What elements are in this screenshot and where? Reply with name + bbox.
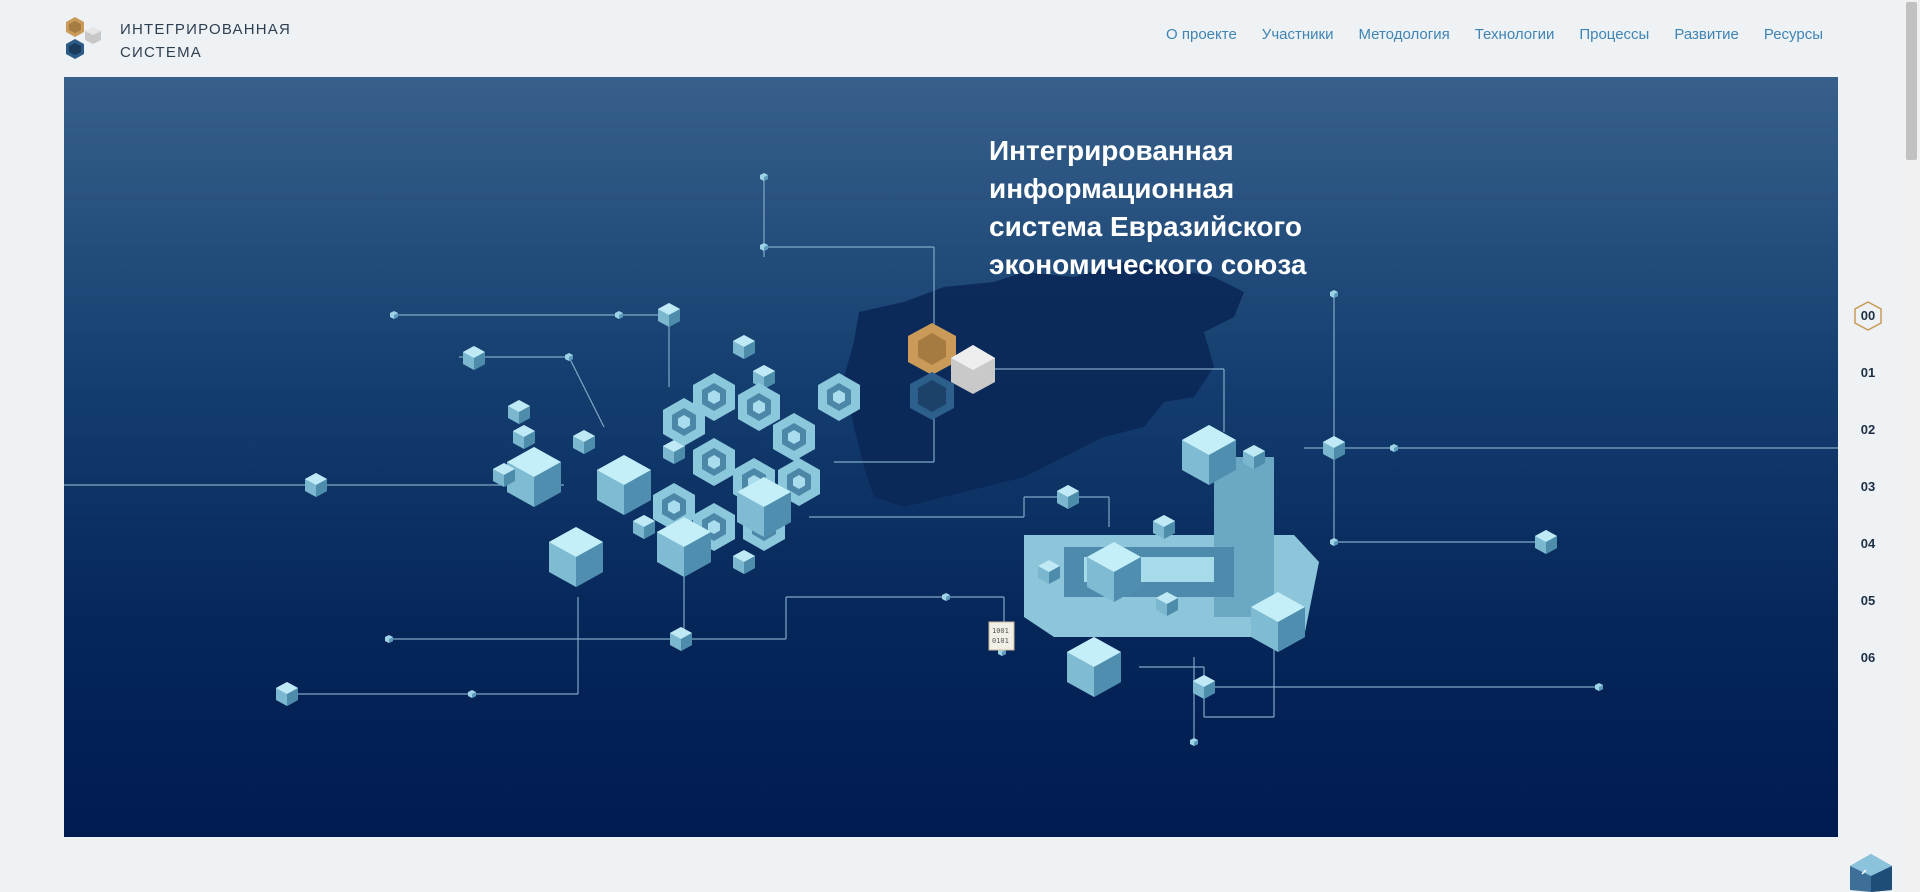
site-header: ИНТЕГРИРОВАННАЯ СИСТЕМА О проекте Участн… [0,0,1905,76]
pager-item-03[interactable]: 03 [1855,476,1881,498]
hero-illustration: 1001 0101 [64,173,1838,746]
nav-methodology[interactable]: Методология [1358,26,1449,43]
hero-banner: 1001 0101 Интегрированная информационная… [64,77,1838,837]
main-nav: О проекте Участники Методология Технолог… [1166,26,1823,43]
cube-up-icon[interactable] [1848,852,1894,892]
binary-note: 1001 0101 [988,621,1015,651]
nav-about[interactable]: О проекте [1166,26,1237,43]
scrollbar[interactable] [1903,0,1920,892]
nav-resources[interactable]: Ресурсы [1764,26,1823,43]
pager-item-05[interactable]: 05 [1855,590,1881,612]
section-pager: 00 01 02 03 04 05 06 [1854,301,1882,704]
nav-processes[interactable]: Процессы [1579,26,1649,43]
svg-text:0101: 0101 [992,637,1009,645]
pager-item-00[interactable]: 00 [1854,301,1882,331]
svg-text:1001: 1001 [992,627,1009,635]
hero-title: Интегрированная информационная система Е… [989,135,1307,280]
logo-cubes-icon [66,17,101,59]
nav-participants[interactable]: Участники [1262,26,1334,43]
nav-technologies[interactable]: Технологии [1475,26,1555,43]
scrollbar-thumb[interactable] [1906,2,1917,160]
nav-development[interactable]: Развитие [1674,26,1739,43]
logo-text: ИНТЕГРИРОВАННАЯ СИСТЕМА [120,21,292,61]
logo[interactable]: ИНТЕГРИРОВАННАЯ СИСТЕМА [64,16,291,64]
pager-item-04[interactable]: 04 [1855,533,1881,555]
pager-item-02[interactable]: 02 [1855,419,1881,441]
pager-item-06[interactable]: 06 [1855,647,1881,669]
pager-item-01[interactable]: 01 [1855,362,1881,384]
